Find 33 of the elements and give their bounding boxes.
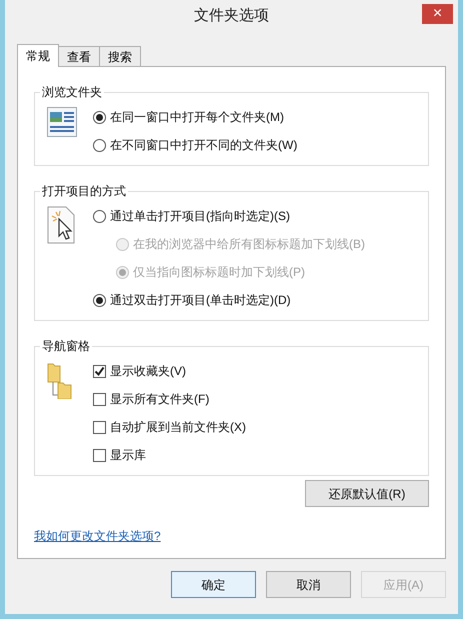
folder-tree-icon xyxy=(47,361,73,399)
dialog-button[interactable]: 确定 xyxy=(171,571,256,598)
option-label: 在不同窗口中打开不同的文件夹(W) xyxy=(110,137,298,154)
checkbox[interactable] xyxy=(93,392,106,406)
checkbox[interactable] xyxy=(93,448,106,462)
tab[interactable]: 常规 xyxy=(17,44,59,67)
group-title: 导航窗格 xyxy=(40,339,92,353)
close-button[interactable]: × xyxy=(422,4,453,24)
option-label: 仅当指向图标标题时加下划线(P) xyxy=(133,264,305,281)
dialog-button[interactable]: 取消 xyxy=(266,571,351,598)
pointer-icon xyxy=(47,206,75,244)
option-label: 自动扩展到当前文件夹(X) xyxy=(110,419,246,436)
option-label: 显示收藏夹(V) xyxy=(110,363,186,380)
radio-button[interactable] xyxy=(93,294,106,306)
radio-button[interactable] xyxy=(93,110,106,124)
option-label: 通过单击打开项目(指向时选定)(S) xyxy=(110,208,290,225)
option-label: 显示库 xyxy=(110,447,146,464)
group-title: 浏览文件夹 xyxy=(40,85,104,99)
window-title: 文件夹选项 xyxy=(194,6,269,26)
option-label: 通过双击打开项目(单击时选定)(D) xyxy=(110,292,291,309)
checkbox[interactable] xyxy=(93,364,106,378)
radio-button[interactable] xyxy=(93,138,106,152)
help-link[interactable]: 我如何更改文件夹选项? xyxy=(34,529,161,543)
checkbox[interactable] xyxy=(93,420,106,434)
radio-button[interactable] xyxy=(93,210,106,222)
group-title: 打开项目的方式 xyxy=(40,184,128,198)
option-label: 在我的浏览器中给所有图标标题加下划线(B) xyxy=(133,236,365,253)
tab[interactable]: 查看 xyxy=(58,46,100,66)
option-label: 显示所有文件夹(F) xyxy=(110,391,210,408)
window-icon xyxy=(47,107,77,137)
tab[interactable]: 搜索 xyxy=(99,46,141,66)
option-label: 在同一窗口中打开每个文件夹(M) xyxy=(110,109,284,126)
restore-defaults-button[interactable]: 还原默认值(R) xyxy=(305,480,429,507)
